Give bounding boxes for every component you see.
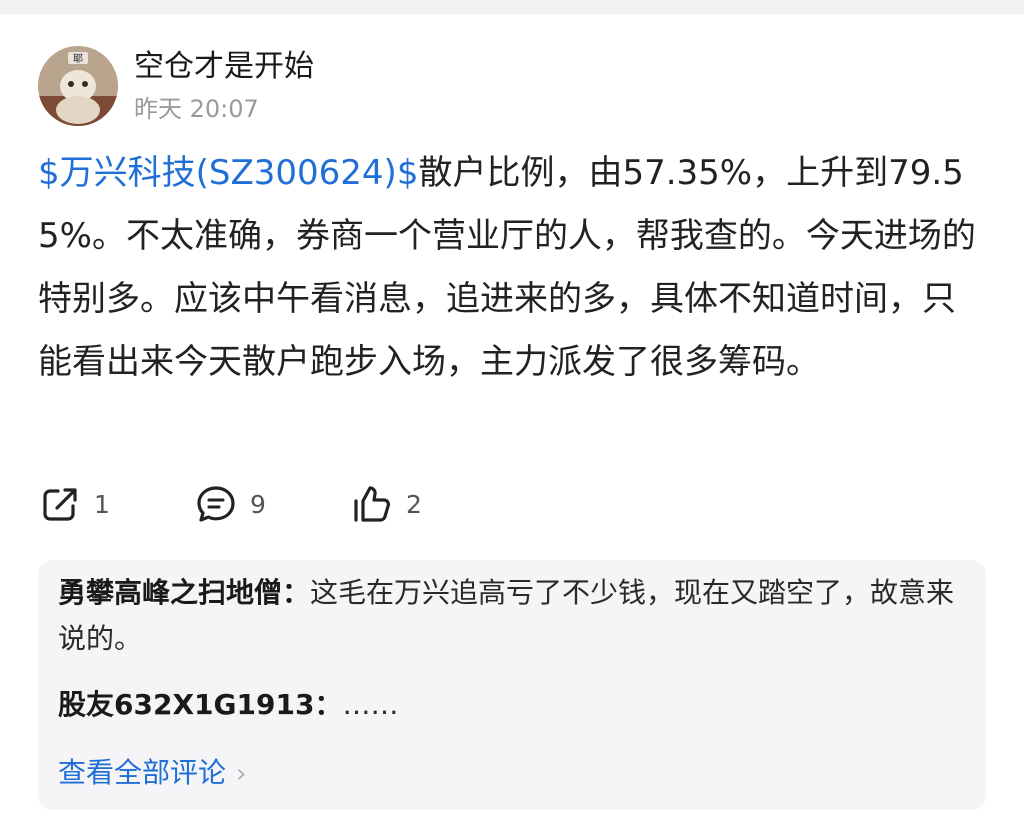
top-strip [0,0,1024,14]
action-bar: 1 9 2 [38,480,988,528]
comment-text: …… [342,688,399,721]
post-content: $万兴科技(SZ300624)$散户比例，由57.35%，上升到79.55%。不… [38,142,988,394]
comment-item[interactable]: 勇攀高峰之扫地僧：这毛在万兴追高亏了不少钱，现在又踏空了，故意来说的。 [58,570,968,662]
view-all-comments-link[interactable]: 查看全部评论 › [58,750,246,797]
like-count: 2 [406,489,422,519]
author-name[interactable]: 空仓才是开始 [134,47,314,87]
share-button[interactable]: 1 [38,480,110,528]
like-button[interactable]: 2 [350,480,422,528]
comment-preview-box: 勇攀高峰之扫地僧：这毛在万兴追高亏了不少钱，现在又踏空了，故意来说的。 股友63… [38,560,986,810]
commenter-name[interactable]: 勇攀高峰之扫地僧： [58,576,310,609]
chevron-right-icon: › [236,759,247,789]
post-card: 耶 空仓才是开始 昨天 20:07 $万兴科技(SZ300624)$散户比例，由… [0,14,1024,835]
comment-icon [197,486,235,522]
avatar-image: 耶 [38,46,118,126]
comment-button[interactable]: 9 [194,480,266,528]
view-all-label: 查看全部评论 [58,756,227,789]
comment-item[interactable]: 股友632X1G1913：…… [58,682,968,728]
stock-tag-link[interactable]: $万兴科技(SZ300624)$ [38,153,418,193]
avatar[interactable]: 耶 [38,46,118,126]
thumbs-up-icon [354,486,390,522]
share-count: 1 [94,489,110,519]
avatar-badge-text: 耶 [73,53,83,65]
comment-count: 9 [250,489,266,519]
share-icon [43,488,77,521]
commenter-name[interactable]: 股友632X1G1913： [58,688,342,721]
post-time: 昨天 20:07 [134,95,259,123]
